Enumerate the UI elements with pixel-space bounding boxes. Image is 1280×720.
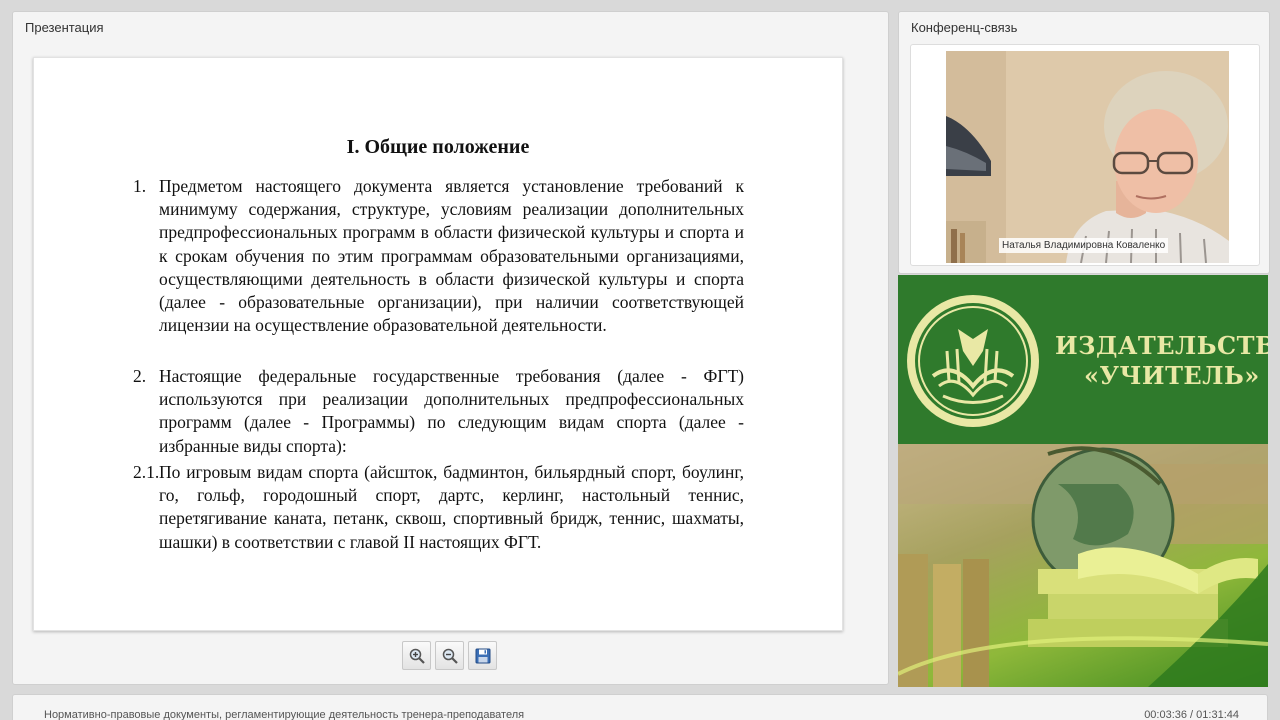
participant-name-tag: Наталья Владимировна Коваленко [999, 238, 1169, 253]
save-button[interactable] [468, 641, 497, 670]
slide-paragraph-3: 2.1. По игровым видам спорта (айсшток, б… [133, 461, 744, 554]
slide-paragraph-2: 2. Настоящие федеральные государственные… [133, 365, 744, 458]
zoom-out-icon [442, 648, 458, 664]
paragraph-number: 1. [133, 176, 147, 196]
zoom-in-icon [409, 648, 425, 664]
paragraph-text: Предметом настоящего документа является … [159, 176, 744, 336]
paragraph-number: 2.1. [133, 462, 160, 482]
video-container: Наталья Владимировна Коваленко [910, 44, 1260, 266]
zoom-in-button[interactable] [402, 641, 431, 670]
banner-line-2: «УЧИТЕЛЬ» [1084, 361, 1260, 390]
banner-line-1: ИЗДАТЕЛЬСТВО [1055, 331, 1268, 360]
slide: I. Общие положение 1. Предметом настояще… [33, 57, 843, 631]
conference-panel: Конференц-связь Наталья Владимировна Ков… [898, 11, 1270, 274]
playback-time: 00:03:36 / 01:31:44 [1144, 709, 1239, 720]
webinar-title: Нормативно-правовые документы, регламент… [44, 709, 525, 720]
webcam-video: Наталья Владимировна Коваленко [946, 51, 1229, 263]
paragraph-text: Настоящие федеральные государственные тр… [159, 366, 744, 456]
zoom-out-button[interactable] [435, 641, 464, 670]
player-footer: Нормативно-правовые документы, регламент… [12, 694, 1268, 720]
save-icon [475, 648, 490, 663]
slide-toolbar [402, 641, 497, 670]
presentation-panel-title: Презентация [25, 20, 104, 35]
paragraph-number: 2. [133, 366, 147, 386]
banner-illustration [898, 444, 1268, 687]
globe-and-books-illustration [898, 444, 1268, 687]
slide-paragraph-1: 1. Предметом настоящего документа являет… [133, 175, 744, 337]
conference-panel-title: Конференц-связь [911, 20, 1018, 35]
presentation-panel: Презентация I. Общие положение 1. Предме… [12, 11, 889, 685]
publisher-banner: ИЗДАТЕЛЬСТВО «УЧИТЕЛЬ» [898, 275, 1268, 687]
slide-heading: I. Общие положение [346, 136, 530, 158]
banner-top: ИЗДАТЕЛЬСТВО «УЧИТЕЛЬ» [898, 275, 1268, 444]
publisher-logo-icon [907, 295, 1039, 427]
paragraph-text: По игровым видам спорта (айсшток, бадмин… [159, 462, 744, 552]
speaker-silhouette [946, 51, 1229, 263]
